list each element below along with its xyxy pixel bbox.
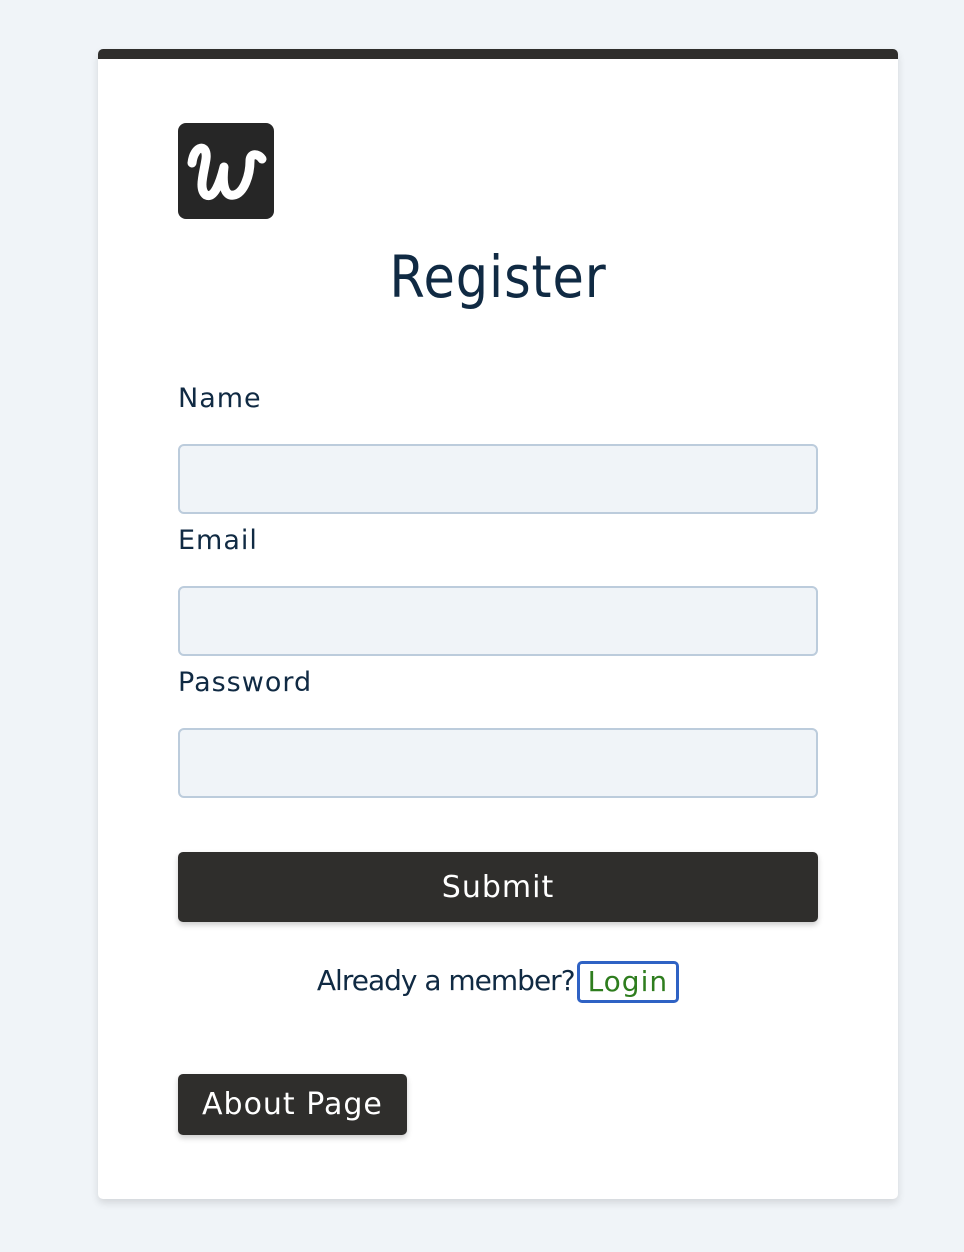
email-input[interactable] — [178, 586, 818, 656]
w-logo-icon — [178, 123, 274, 219]
login-prompt-row: Already a member? Login — [98, 959, 898, 1003]
page-title: Register — [389, 243, 607, 311]
w-logo-glyph — [187, 143, 267, 201]
login-link[interactable]: Login — [576, 961, 680, 1003]
name-input[interactable] — [178, 444, 818, 514]
submit-button[interactable]: Submit — [178, 852, 818, 922]
member-prompt-text: Already a member? — [316, 964, 576, 997]
about-page-button[interactable]: About Page — [178, 1074, 407, 1135]
name-label: Name — [178, 383, 262, 414]
email-label: Email — [178, 525, 258, 556]
password-label: Password — [178, 667, 313, 698]
password-input[interactable] — [178, 728, 818, 798]
register-card: Register Name Email Password Submit Alre… — [98, 49, 898, 1199]
